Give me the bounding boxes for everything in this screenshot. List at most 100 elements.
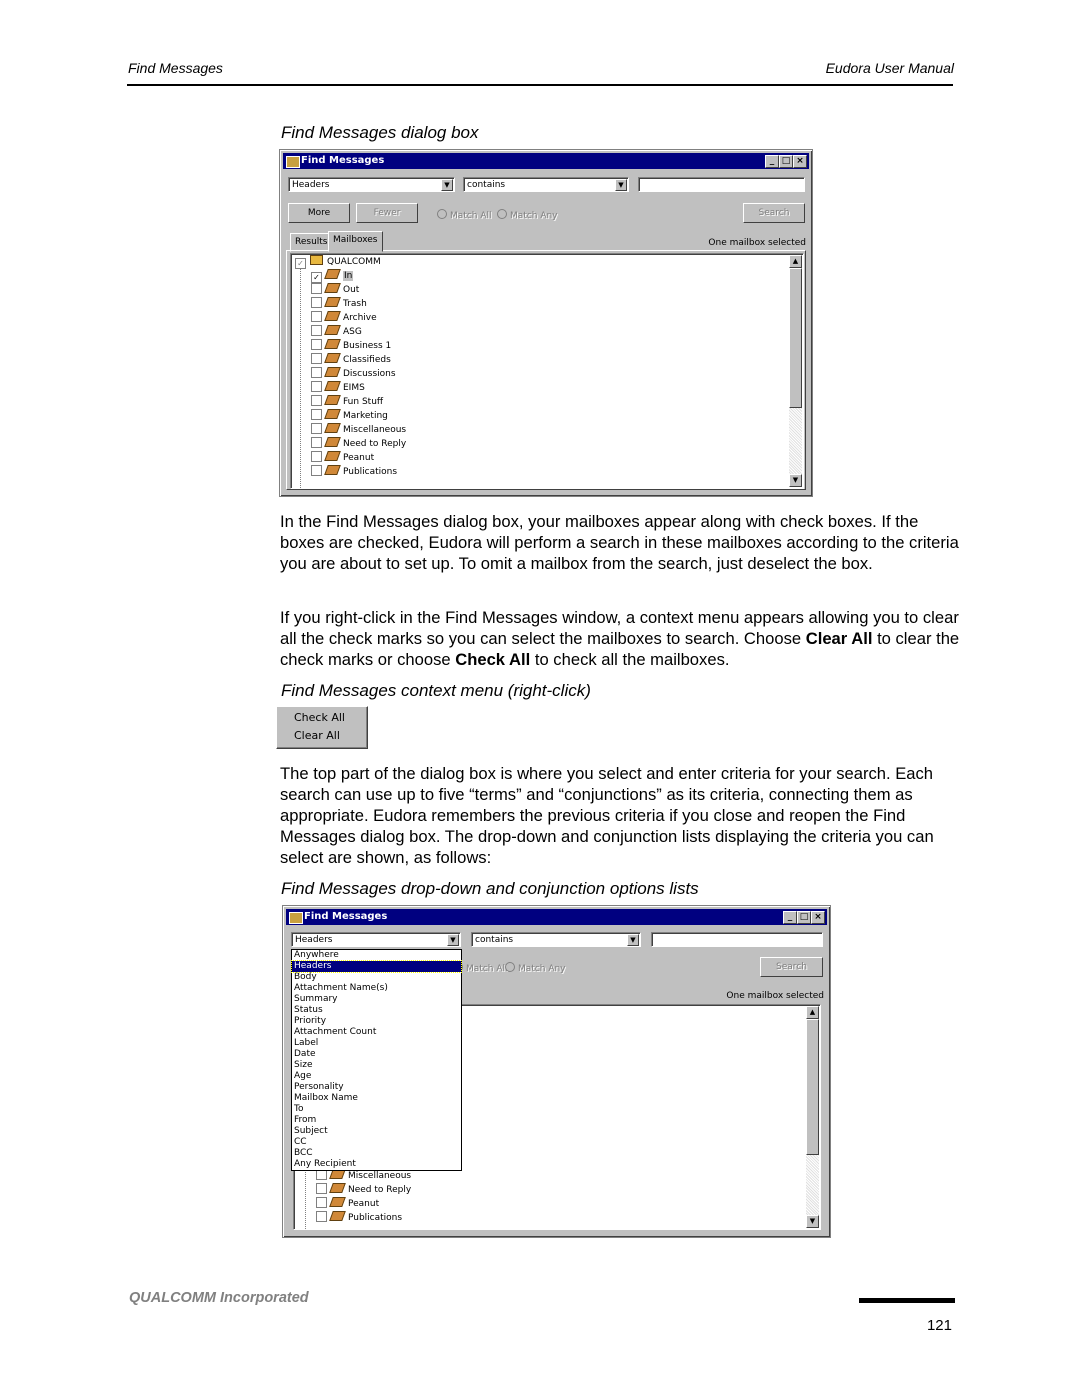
scroll-down-icon[interactable]: ▼ <box>789 474 802 487</box>
scroll-thumb[interactable] <box>806 1019 819 1155</box>
maximize-button[interactable]: □ <box>797 911 811 924</box>
dropdown-option[interactable]: To <box>292 1104 461 1115</box>
dropdown-option[interactable]: Date <box>292 1049 461 1060</box>
mailbox-item[interactable]: Need to Reply <box>316 1183 411 1197</box>
close-button[interactable]: × <box>811 911 825 924</box>
minimize-button[interactable]: _ <box>765 155 779 168</box>
dropdown-option[interactable]: Personality <box>292 1082 461 1093</box>
close-button[interactable]: × <box>793 155 807 168</box>
mailbox-item[interactable]: Archive <box>311 311 377 325</box>
dropdown-option[interactable]: Status <box>292 1005 461 1016</box>
checkbox[interactable] <box>311 297 322 308</box>
maximize-button[interactable]: □ <box>779 155 793 168</box>
dropdown-option[interactable]: From <box>292 1115 461 1126</box>
mailbox-tree[interactable]: ✓ QUALCOMM ✓ In Out Trash Archive ASG Business … <box>290 253 804 489</box>
mailbox-item[interactable]: Fun Stuff <box>311 395 383 409</box>
mailbox-item[interactable]: ASG <box>311 325 362 339</box>
fewer-button[interactable]: Fewer <box>356 203 418 223</box>
dropdown-option[interactable]: Subject <box>292 1126 461 1137</box>
chevron-down-icon[interactable]: ▼ <box>627 934 639 946</box>
mailbox-item[interactable]: Miscellaneous <box>316 1169 411 1183</box>
mailbox-icon <box>324 367 341 377</box>
checkbox[interactable] <box>311 339 322 350</box>
match-any-radio[interactable]: Match Any <box>497 209 558 221</box>
mailbox-item[interactable]: Peanut <box>311 451 374 465</box>
dropdown-option[interactable]: Attachment Count <box>292 1027 461 1038</box>
field-options-list[interactable]: Anywhere Headers Body Attachment Name(s) Sum… <box>291 949 462 1171</box>
search-text-input[interactable] <box>651 932 823 947</box>
chevron-down-icon[interactable]: ▼ <box>615 179 627 191</box>
mailbox-item[interactable]: Peanut <box>316 1197 379 1211</box>
dropdown-option[interactable]: Size <box>292 1060 461 1071</box>
checkbox[interactable] <box>316 1197 327 1208</box>
dropdown-option[interactable]: Any Recipient <box>292 1159 461 1170</box>
mailbox-item[interactable]: Publications <box>311 465 397 479</box>
search-text-input[interactable] <box>638 177 805 192</box>
mailbox-item[interactable]: Marketing <box>311 409 388 423</box>
condition-dropdown[interactable]: contains ▼ <box>471 932 641 947</box>
checkbox[interactable] <box>316 1183 327 1194</box>
mailbox-item[interactable]: EIMS <box>311 381 365 395</box>
dropdown-option[interactable]: Headers <box>291 960 462 973</box>
checkbox[interactable] <box>311 423 322 434</box>
mailbox-item[interactable]: Publications <box>316 1211 402 1225</box>
window-title: Find Messages <box>301 155 385 166</box>
dropdown-option[interactable]: Mailbox Name <box>292 1093 461 1104</box>
mailbox-item[interactable]: Need to Reply <box>311 437 406 451</box>
scrollbar[interactable]: ▲ ▼ <box>806 1006 819 1228</box>
checkbox[interactable] <box>311 451 322 462</box>
dropdown-option[interactable]: Attachment Name(s) <box>292 983 461 994</box>
dropdown-option[interactable]: Label <box>292 1038 461 1049</box>
scroll-thumb[interactable] <box>789 268 802 408</box>
checkbox[interactable] <box>311 311 322 322</box>
dropdown-option[interactable]: BCC <box>292 1148 461 1159</box>
checkbox[interactable] <box>311 353 322 364</box>
dropdown-option[interactable]: Priority <box>292 1016 461 1027</box>
menu-item-check-all[interactable]: Check All <box>294 711 345 724</box>
field-dropdown[interactable]: Headers ▼ <box>288 177 455 192</box>
tab-mailboxes[interactable]: Mailboxes <box>328 231 383 252</box>
mailbox-item[interactable]: Classifieds <box>311 353 391 367</box>
mailbox-item[interactable]: Out <box>311 283 359 297</box>
mailbox-item[interactable]: Discussions <box>311 367 396 381</box>
checkbox[interactable] <box>311 465 322 476</box>
more-button[interactable]: More <box>288 203 350 223</box>
mailbox-icon <box>324 381 341 391</box>
condition-dropdown[interactable]: contains ▼ <box>463 177 629 192</box>
mailbox-root[interactable]: ✓ QUALCOMM <box>295 255 381 269</box>
checkbox[interactable] <box>311 395 322 406</box>
checkbox[interactable] <box>311 283 322 294</box>
mailbox-item[interactable]: Business 1 <box>311 339 391 353</box>
scroll-up-icon[interactable]: ▲ <box>789 255 802 268</box>
checkbox[interactable] <box>316 1211 327 1222</box>
mailbox-item[interactable]: ✓ In <box>311 269 354 283</box>
checkbox[interactable] <box>311 325 322 336</box>
mailbox-label: Out <box>343 285 360 295</box>
dropdown-option[interactable]: Summary <box>292 994 461 1005</box>
chevron-down-icon[interactable]: ▼ <box>447 934 459 946</box>
checkbox[interactable] <box>311 437 322 448</box>
mailbox-label: Trash <box>343 299 367 309</box>
search-button[interactable]: Search <box>743 203 805 223</box>
menu-item-clear-all[interactable]: Clear All <box>294 729 340 742</box>
checkbox[interactable] <box>311 367 322 378</box>
scroll-down-icon[interactable]: ▼ <box>806 1215 819 1228</box>
match-any-radio[interactable]: Match Any <box>505 962 566 974</box>
trash-icon <box>324 297 341 307</box>
scrollbar[interactable]: ▲ ▼ <box>789 255 802 487</box>
mailbox-item[interactable]: Trash <box>311 297 367 311</box>
scroll-up-icon[interactable]: ▲ <box>806 1006 819 1019</box>
checkbox[interactable] <box>311 381 322 392</box>
dropdown-option[interactable]: Age <box>292 1071 461 1082</box>
checkbox[interactable]: ✓ <box>311 272 322 283</box>
field-dropdown[interactable]: Headers ▼ <box>291 932 461 947</box>
dropdown-option[interactable]: CC <box>292 1137 461 1148</box>
search-button[interactable]: Search <box>760 957 823 977</box>
dropdown-option[interactable]: Body <box>292 972 461 983</box>
match-all-radio[interactable]: Match All <box>437 209 491 221</box>
dropdown-option[interactable]: Anywhere <box>292 950 461 961</box>
chevron-down-icon[interactable]: ▼ <box>441 179 453 191</box>
minimize-button[interactable]: _ <box>783 911 797 924</box>
checkbox[interactable] <box>311 409 322 420</box>
mailbox-item[interactable]: Miscellaneous <box>311 423 406 437</box>
